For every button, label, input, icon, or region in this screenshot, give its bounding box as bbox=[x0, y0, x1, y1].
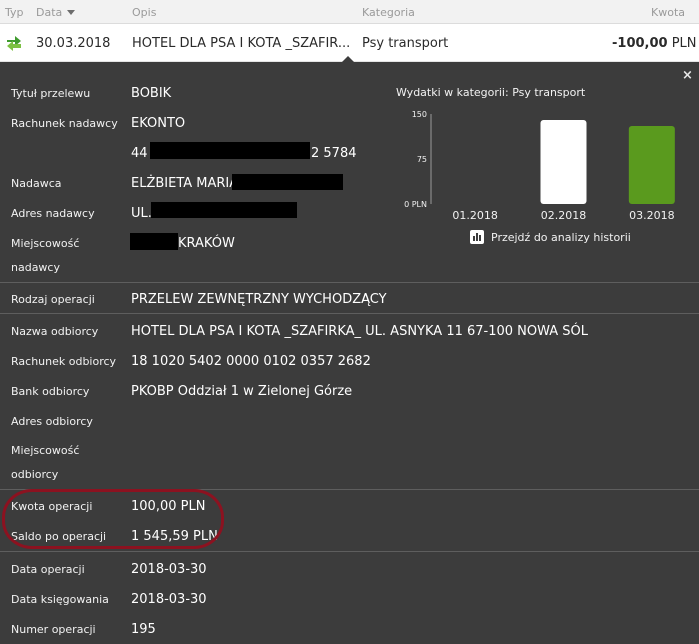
bar-chart-icon bbox=[470, 230, 484, 244]
redaction-box bbox=[151, 202, 297, 218]
recipient-name-value: HOTEL DLA PSA I KOTA _SZAFIRKA_ UL. ASNY… bbox=[131, 324, 589, 339]
chart-bar[interactable] bbox=[628, 126, 675, 204]
divider bbox=[0, 282, 699, 283]
redaction-box bbox=[232, 174, 343, 190]
booking-date-label: Data księgowania bbox=[11, 593, 109, 606]
col-type-header: Typ bbox=[5, 6, 24, 19]
operation-type-label: Rodzaj operacji bbox=[11, 293, 95, 306]
sender-city-label: Miejscowość bbox=[11, 237, 80, 250]
sender-city-value: KRAKÓW bbox=[178, 236, 235, 251]
col-amount-header[interactable]: Kwota bbox=[651, 6, 685, 19]
operation-number-value: 195 bbox=[131, 622, 156, 637]
col-category-header[interactable]: Kategoria bbox=[362, 6, 415, 19]
chart-x-tick-label: 01.2018 bbox=[452, 209, 498, 222]
recipient-name-label: Nazwa odbiorcy bbox=[11, 325, 99, 338]
sender-account-prefix: 44 bbox=[131, 146, 148, 161]
recipient-city-label-2: odbiorcy bbox=[11, 468, 59, 481]
transaction-currency: PLN bbox=[671, 36, 697, 51]
sender-label: Nadawca bbox=[11, 177, 62, 190]
divider bbox=[0, 313, 699, 314]
highlight-ring bbox=[2, 489, 224, 549]
history-chart-title: Wydatki w kategorii: Psy transport bbox=[396, 86, 586, 99]
operation-type-value: PRZELEW ZEWNĘTRZNY WYCHODZĄCY bbox=[131, 292, 387, 307]
sender-account-label: Rachunek nadawcy bbox=[11, 117, 118, 130]
transaction-description: HOTEL DLA PSA I KOTA _SZAFIR... bbox=[132, 36, 351, 51]
col-date-label: Data bbox=[36, 6, 63, 19]
transaction-date: 30.03.2018 bbox=[36, 36, 111, 51]
sort-desc-icon bbox=[67, 10, 76, 15]
details-pointer bbox=[341, 56, 355, 63]
recipient-city-label: Miejscowość bbox=[11, 444, 80, 457]
operation-date-label: Data operacji bbox=[11, 563, 85, 576]
chart-x-tick-label: 02.2018 bbox=[541, 209, 587, 222]
history-analysis-label: Przejdź do analizy historii bbox=[491, 231, 631, 244]
transfer-arrows-icon bbox=[5, 33, 23, 57]
col-date-header[interactable]: Data bbox=[36, 6, 76, 19]
chart-y-tick-label: 75 bbox=[417, 155, 427, 164]
recipient-bank-value: PKOBP Oddział 1 w Zielonej Górze bbox=[131, 384, 353, 399]
recipient-account-label: Rachunek odbiorcy bbox=[11, 355, 117, 368]
col-desc-header[interactable]: Opis bbox=[132, 6, 156, 19]
history-chart: 0 PLN 75 150 01.2018 02.2018 03.2018 bbox=[404, 110, 675, 222]
transfer-title-value: BOBIK bbox=[131, 86, 172, 101]
history-analysis-link[interactable]: Przejdź do analizy historii bbox=[470, 230, 631, 244]
sender-address-value: UL. bbox=[131, 206, 152, 221]
list-header: Typ Data Opis Kategoria Kwota bbox=[0, 0, 699, 24]
chart-x-tick-label: 03.2018 bbox=[629, 209, 675, 222]
close-icon[interactable]: × bbox=[682, 68, 693, 83]
transaction-amount-value: -100,00 bbox=[612, 36, 668, 51]
transfer-title-label: Tytuł przelewu bbox=[11, 87, 91, 100]
sender-account-name: EKONTO bbox=[131, 116, 186, 131]
sender-city-label-2: nadawcy bbox=[11, 261, 60, 274]
operation-date-value: 2018-03-30 bbox=[131, 562, 207, 577]
transaction-category[interactable]: Psy transport bbox=[362, 36, 448, 51]
chart-bar[interactable] bbox=[540, 120, 587, 204]
recipient-address-label: Adres odbiorcy bbox=[11, 415, 93, 428]
recipient-account-value: 18 1020 5402 0000 0102 0357 2682 bbox=[131, 354, 371, 369]
sender-account-suffix: 2 5784 bbox=[311, 146, 357, 161]
redaction-box bbox=[130, 233, 178, 250]
booking-date-value: 2018-03-30 bbox=[131, 592, 207, 607]
chart-y-tick-label: 150 bbox=[412, 110, 427, 119]
chart-y-tick-label: 0 PLN bbox=[404, 200, 427, 209]
operation-number-label: Numer operacji bbox=[11, 623, 96, 636]
redaction-box bbox=[150, 142, 310, 159]
sender-address-label: Adres nadawcy bbox=[11, 207, 95, 220]
sender-value: ELŻBIETA MARIA bbox=[131, 176, 239, 191]
recipient-bank-label: Bank odbiorcy bbox=[11, 385, 90, 398]
divider bbox=[0, 551, 699, 552]
transaction-amount: -100,00 PLN bbox=[612, 36, 697, 51]
